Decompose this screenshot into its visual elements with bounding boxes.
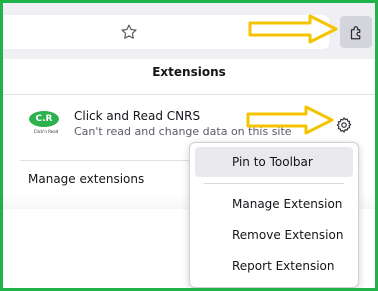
- star-icon[interactable]: [115, 18, 143, 46]
- annotation-arrow-toolbar-icon: [248, 14, 338, 44]
- menu-item-report-extension[interactable]: Report Extension: [195, 251, 353, 281]
- panel-footer-divider: [20, 160, 192, 161]
- gear-icon[interactable]: [334, 115, 354, 135]
- extension-name: Click and Read CNRS: [74, 109, 201, 123]
- panel-title: Extensions: [152, 65, 226, 79]
- puzzle-icon: [350, 26, 361, 40]
- menu-item-pin-to-toolbar[interactable]: Pin to Toolbar: [195, 147, 353, 177]
- menu-item-manage-extension[interactable]: Manage Extension: [195, 189, 353, 219]
- menu-separator: [204, 183, 344, 184]
- menu-item-remove-extension[interactable]: Remove Extension: [195, 220, 353, 250]
- manage-extensions-link[interactable]: Manage extensions: [28, 172, 144, 186]
- extension-logo: C.R Click'n Read: [27, 111, 63, 139]
- extensions-button[interactable]: [340, 16, 372, 48]
- annotation-arrow-gear: [246, 105, 334, 135]
- extension-context-menu: Pin to Toolbar Manage Extension Remove E…: [189, 142, 359, 288]
